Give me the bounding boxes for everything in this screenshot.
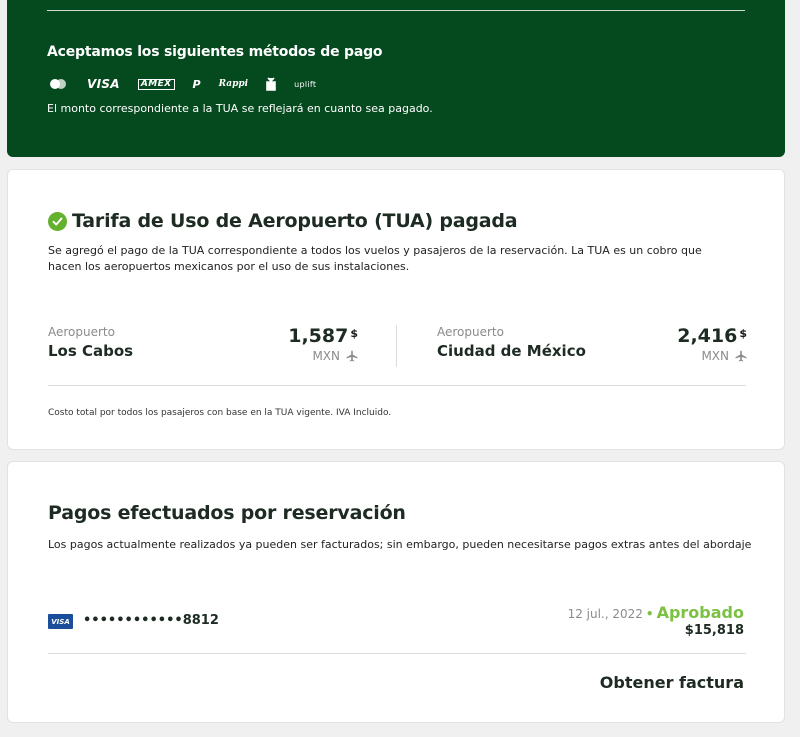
divider: [48, 653, 746, 654]
tua-footnote: Costo total por todos los pasajeros con …: [48, 408, 392, 418]
payment-methods-card: Aceptamos los siguientes métodos de pago…: [7, 0, 785, 157]
get-invoice-button[interactable]: Obtener factura: [600, 673, 744, 692]
payment-date-status: 12 jul., 2022 • Aprobado: [568, 603, 744, 622]
airport-label: Aeropuerto: [437, 325, 504, 339]
visa-icon: VISA: [87, 77, 120, 91]
plane-icon: [346, 350, 358, 362]
amount-value: 1,587: [288, 325, 349, 347]
tua-pending-note: El monto correspondiente a la TUA se ref…: [47, 102, 433, 115]
airport-name: Los Cabos: [48, 342, 134, 360]
amount-value: 2,416: [677, 325, 738, 347]
airport-amount: 1,587 $ MXN: [288, 325, 358, 363]
payment-date: 12 jul., 2022: [567, 607, 643, 621]
tua-description: Se agregó el pago de la TUA correspondie…: [48, 244, 702, 273]
payment-icons: VISA AMEX P Rappi uplift: [47, 75, 334, 93]
oxxo-icon: [266, 77, 276, 91]
airport-amount: 2,416 $ MXN: [677, 325, 747, 363]
currency-symbol: $: [739, 327, 747, 340]
payment-amount: $15,818: [684, 623, 744, 638]
vertical-divider: [396, 325, 397, 367]
payments-description: Los pagos actualmente realizados ya pued…: [48, 538, 752, 551]
airport-label: Aeropuerto: [48, 325, 115, 339]
currency-row: MXN: [288, 349, 358, 363]
uplift-icon: uplift: [294, 79, 317, 89]
amex-icon: AMEX: [137, 78, 175, 90]
visa-card-icon: VISA: [48, 614, 73, 629]
currency-code: MXN: [312, 349, 340, 363]
airport-name: Ciudad de México: [437, 342, 586, 360]
currency-symbol: $: [350, 327, 358, 340]
check-circle-icon: [48, 211, 67, 231]
divider: [48, 385, 746, 386]
masked-card-number: ••••••••••••8812: [83, 613, 219, 628]
divider: [47, 10, 745, 11]
tua-card: Tarifa de Uso de Aeropuerto (TUA) pagada…: [7, 169, 785, 450]
paypal-icon: P: [192, 77, 201, 91]
status-badge: Aprobado: [656, 603, 744, 622]
rappi-icon: Rappi: [218, 79, 249, 89]
payments-card: Pagos efectuados por reservación Los pag…: [7, 461, 785, 723]
payment-summary: 12 jul., 2022 • Aprobado $15,818: [568, 603, 744, 638]
tua-title-row: Tarifa de Uso de Aeropuerto (TUA) pagada: [48, 210, 518, 232]
separator-dot: •: [645, 607, 654, 621]
payment-methods-title: Aceptamos los siguientes métodos de pago: [47, 44, 383, 60]
currency-code: MXN: [701, 349, 729, 363]
airport-fee-los-cabos: Aeropuerto Los Cabos 1,587 $ MXN: [48, 325, 358, 365]
currency-row: MXN: [677, 349, 747, 363]
payments-title: Pagos efectuados por reservación: [48, 502, 406, 524]
tua-title: Tarifa de Uso de Aeropuerto (TUA) pagada: [72, 210, 518, 232]
airport-fee-cdmx: Aeropuerto Ciudad de México 2,416 $ MXN: [437, 325, 747, 365]
mastercard-icon: [47, 78, 69, 90]
plane-icon: [735, 350, 747, 362]
